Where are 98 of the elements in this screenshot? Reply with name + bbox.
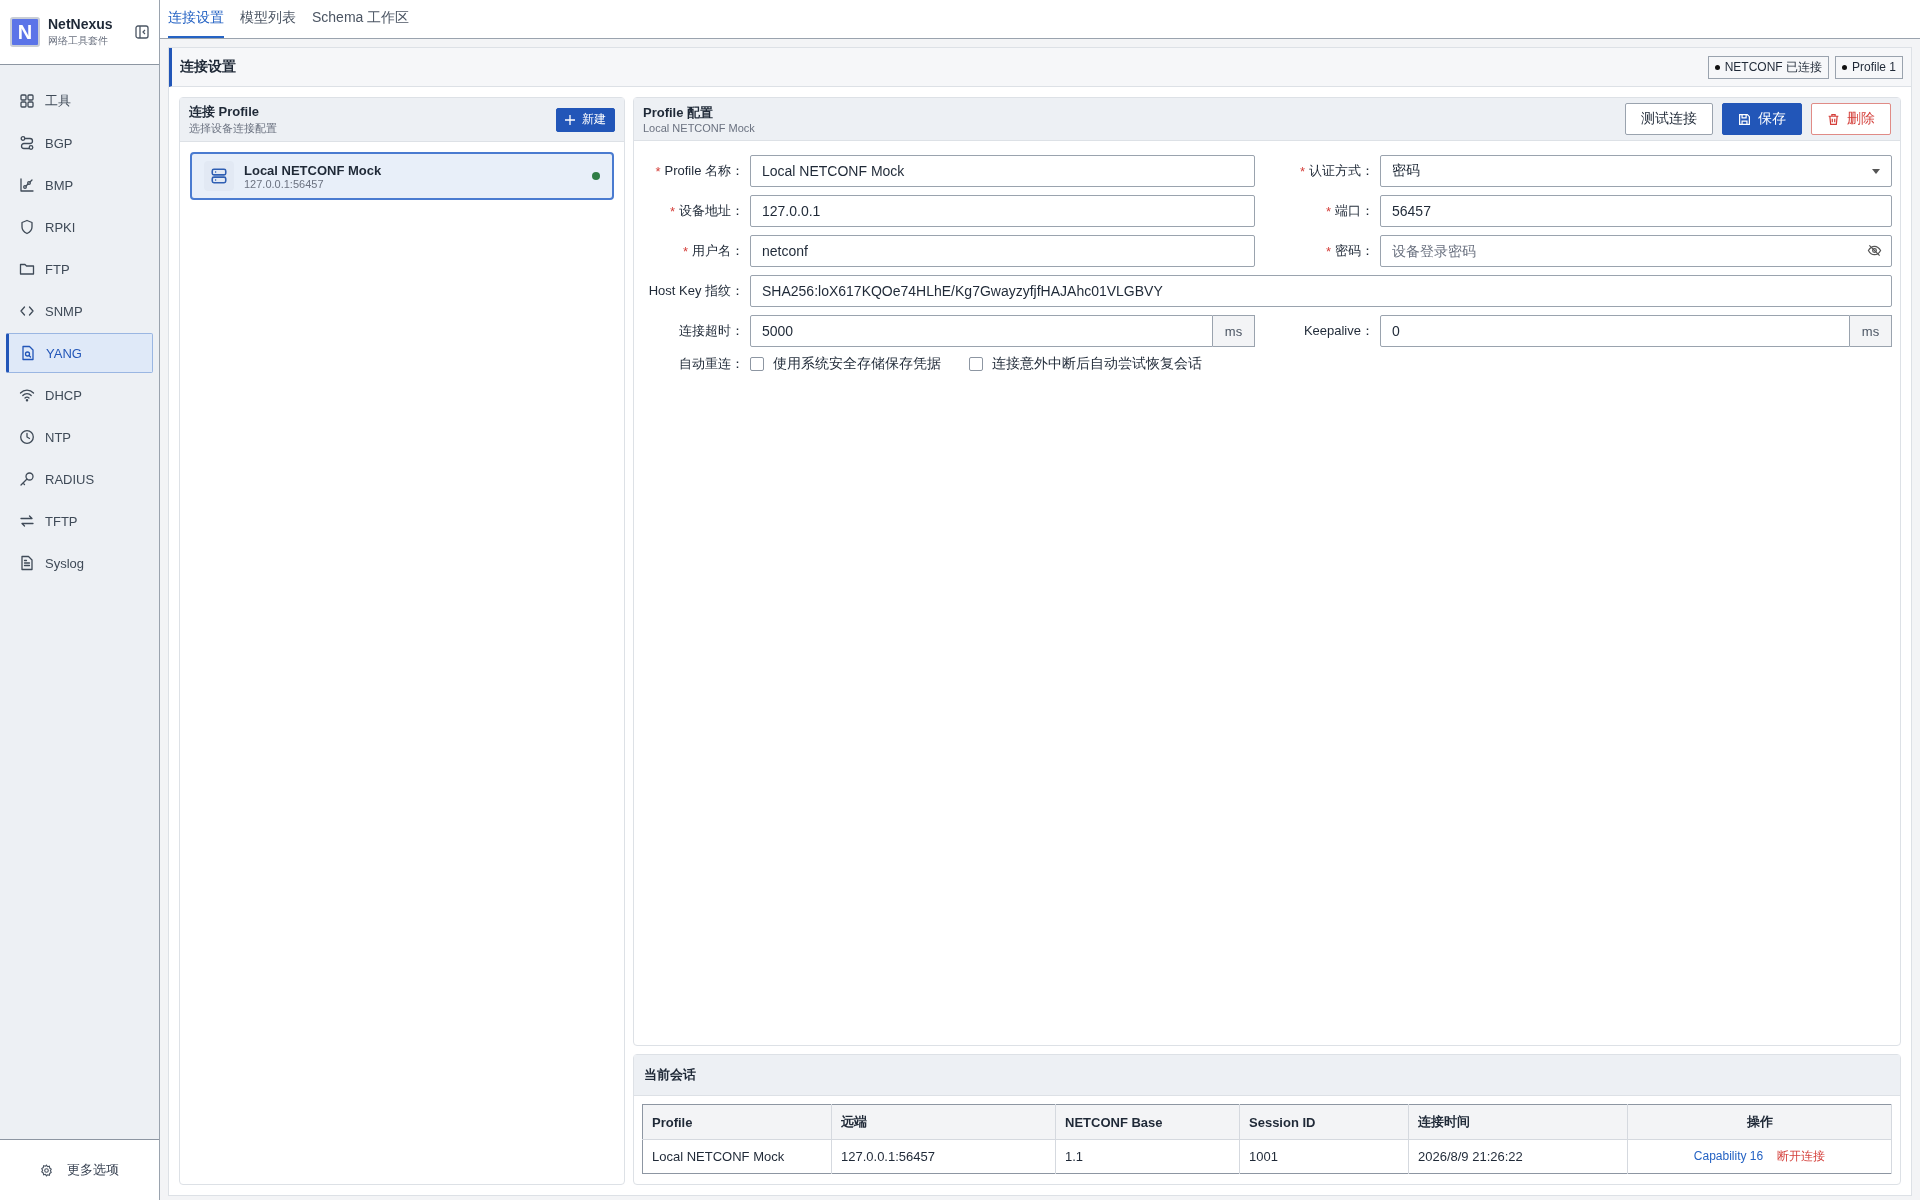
field-label: 自动重连： [678,355,744,373]
shield-icon [19,219,35,235]
status-badge: Profile 1 [1834,55,1903,79]
input-field[interactable]: 56457 [1380,195,1892,227]
profile-address: 127.0.0.1:56457 [244,177,325,190]
password-field[interactable]: 设备登录密码 [1380,235,1892,267]
table-cell: 2026/8/9 21:26:22 [1408,1139,1628,1174]
app-name: NetNexus [48,16,114,32]
test-connection-button[interactable]: 测试连接 [1625,103,1713,135]
sidebar-item[interactable]: NTP [6,417,153,457]
required-mark: * [1325,243,1331,259]
unit-label: ms [1850,315,1892,347]
plus-icon [565,114,575,125]
status-badge: NETCONF 已连接 [1707,55,1829,79]
delete-button[interactable]: 删除 [1811,103,1891,135]
panel-title: 当前会话 [644,1066,696,1084]
column-header: Session ID [1239,1104,1409,1140]
tab[interactable]: 模型列表 [240,9,296,38]
route-icon [19,135,35,151]
field-label: Host Key 指纹： [648,282,744,300]
checkbox[interactable] [750,357,764,371]
disconnect-link[interactable]: 断开连接 [1777,1149,1826,1163]
document-icon [19,555,35,571]
sidebar-item[interactable]: Syslog [6,543,153,583]
required-mark: * [682,243,688,259]
server-icon [210,167,228,185]
table-cell: 1001 [1239,1139,1409,1174]
file-search-icon [20,345,36,361]
required-mark: * [1299,163,1305,179]
field-label: 设备地址： [679,202,744,220]
hide-password-icon[interactable] [1867,243,1882,258]
profile-name: Local NETCONF Mock [244,162,383,178]
table-cell: Local NETCONF Mock [642,1139,832,1174]
panel-subtitle: Local NETCONF Mock [643,122,755,134]
sidebar-item[interactable]: RADIUS [6,459,153,499]
trash-icon [1827,112,1840,126]
input-field[interactable]: Local NETCONF Mock [750,155,1255,187]
required-mark: * [1325,203,1331,219]
sidebar-item[interactable]: 工具 [6,81,153,121]
code-icon [19,303,35,319]
sidebar-item[interactable]: TFTP [6,501,153,541]
input-field[interactable]: SHA256:loX617KQOe74HLhE/Kg7GwayzyfjfHAJAhc01VLGBVY [750,275,1892,307]
field-label: 端口： [1335,202,1374,220]
input-field[interactable]: 0 [1380,315,1850,347]
field-label: Keepalive： [1303,322,1374,340]
folder-icon [19,261,35,277]
clock-icon [19,429,35,445]
column-header: 操作 [1627,1104,1892,1140]
sidebar-item[interactable]: DHCP [6,375,153,415]
field-label: 用户名： [692,242,744,260]
tab[interactable]: 连接设置 [168,9,224,38]
field-label: 认证方式： [1309,162,1374,180]
sidebar-item[interactable]: BGP [6,123,153,163]
column-header: 远端 [831,1104,1056,1140]
grid-icon [19,93,35,109]
sidebar-item[interactable]: BMP [6,165,153,205]
panel-title: 连接 Profile [189,103,261,121]
checkbox[interactable] [969,357,983,371]
field-label: 连接超时： [679,322,744,340]
panel-title: Profile 配置 [643,104,715,122]
checkbox-label: 使用系统安全存储保存凭据 [773,355,941,373]
input-field[interactable]: 5000 [750,315,1213,347]
input-field[interactable]: netconf [750,235,1255,267]
arrows-icon [19,513,35,529]
section-title: 连接设置 [180,58,236,76]
sidebar-item[interactable]: SNMP [6,291,153,331]
unit-label: ms [1213,315,1255,347]
checkbox-label: 连接意外中断后自动尝试恢复会话 [992,355,1202,373]
table-cell: 1.1 [1055,1139,1240,1174]
capability-link[interactable]: Capability 16 [1693,1149,1764,1163]
wifi-icon [19,387,35,403]
required-mark: * [669,203,675,219]
column-header: Profile [642,1104,832,1140]
field-label: 密码： [1335,242,1374,260]
save-icon [1738,112,1751,126]
column-header: NETCONF Base [1055,1104,1240,1140]
sidebar-item[interactable]: FTP [6,249,153,289]
key-icon [19,471,35,487]
chart-icon [19,177,35,193]
field-label: Profile 名称： [664,162,744,180]
panel-subtitle: 选择设备连接配置 [189,121,277,136]
profile-card[interactable]: Local NETCONF Mock 127.0.0.1:56457 [190,152,614,200]
sidebar-item[interactable]: YANG [6,333,153,373]
collapse-sidebar-icon[interactable] [135,25,149,39]
tab[interactable]: Schema 工作区 [312,9,410,38]
required-mark: * [655,163,661,179]
new-button[interactable]: 新建 [556,107,615,132]
settings-icon [40,1163,53,1177]
input-field[interactable]: 127.0.0.1 [750,195,1255,227]
save-button[interactable]: 保存 [1722,103,1802,135]
sidebar-item[interactable]: RPKI [6,207,153,247]
table-cell: 127.0.0.1:56457 [831,1139,1056,1174]
caret-icon [1872,168,1880,174]
app-subtitle: 网络工具套件 [48,34,109,48]
app-logo: N [10,17,40,47]
column-header: 连接时间 [1408,1104,1628,1140]
auth-select[interactable]: 密码 [1380,155,1892,187]
more-options-button[interactable]: 更多选项 [40,1161,119,1179]
